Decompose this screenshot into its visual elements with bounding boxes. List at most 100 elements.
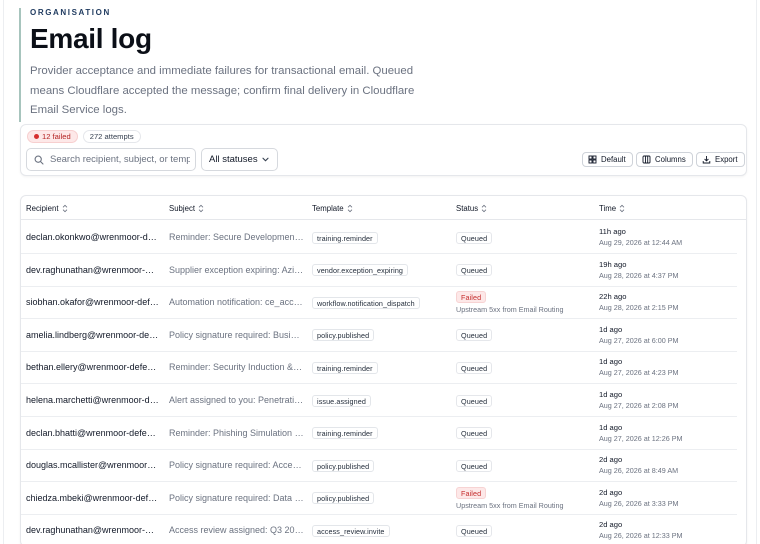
time-cell: 1d ago Aug 27, 2026 at 6:00 PM xyxy=(599,319,679,352)
subject-cell: Policy signature required: Business Cont… xyxy=(169,329,304,340)
template-tag: policy.published xyxy=(312,492,375,505)
export-button[interactable]: Export xyxy=(696,152,745,167)
time-cell: 22h ago Aug 28, 2026 at 2:15 PM xyxy=(599,286,679,319)
status-cell: Queued xyxy=(456,514,493,544)
status-filter-value: All statuses xyxy=(209,154,258,165)
sort-icon xyxy=(198,204,204,212)
status-cell: Failed Upstream 5xx from Email Routing xyxy=(456,482,563,515)
time-cell: 19h ago Aug 28, 2026 at 4:37 PM xyxy=(599,254,679,287)
table-row[interactable]: declan.bhatti@wrenmoor-defence.example Re… xyxy=(21,417,737,450)
status-note: Upstream 5xx from Email Routing xyxy=(456,305,564,315)
column-header-template[interactable]: Template xyxy=(312,196,353,220)
export-label: Export xyxy=(715,155,738,164)
search-input[interactable] xyxy=(50,154,190,165)
recipient-cell: amelia.lindberg@wrenmoor-defence.example xyxy=(26,329,159,340)
relative-time: 2d ago xyxy=(599,487,623,497)
table-row[interactable]: douglas.mcallister@wrenmoor-defence.exam… xyxy=(21,449,737,483)
summary-badges: 12 failed 272 attempts xyxy=(27,130,141,143)
page-description: Provider acceptance and immediate failur… xyxy=(30,65,415,116)
relative-time: 2d ago xyxy=(599,455,623,465)
absolute-time: Aug 27, 2026 at 12:26 PM xyxy=(599,433,683,443)
column-header-label: Recipient xyxy=(26,203,59,213)
time-cell: 1d ago Aug 27, 2026 at 12:26 PM xyxy=(599,417,683,450)
relative-time: 11h ago xyxy=(599,227,626,236)
column-header-time[interactable]: Time xyxy=(599,196,625,220)
table-row[interactable]: dev.raghunathan@wrenmoor-defence.example… xyxy=(21,514,737,544)
subject-cell: Policy signature required: Data Protecti… xyxy=(169,492,304,503)
page-header: ORGANISATION Email log Provider acceptan… xyxy=(19,8,439,122)
template-tag: training.reminder xyxy=(312,427,378,440)
status-cell: Failed Upstream 5xx from Email Routing xyxy=(456,286,563,319)
absolute-time: Aug 26, 2026 at 3:33 PM xyxy=(599,498,679,508)
table-row[interactable]: chiedza.mbeki@wrenmoor-defence.example Po… xyxy=(21,482,737,515)
search-box[interactable] xyxy=(26,148,196,171)
sort-icon xyxy=(481,204,487,212)
sort-icon xyxy=(619,204,625,212)
absolute-time: Aug 26, 2026 at 8:49 AM xyxy=(599,466,679,476)
template-cell: access_review.invite xyxy=(312,514,390,544)
attempts-count-label: 272 attempts xyxy=(89,132,134,141)
time-cell: 2d ago Aug 26, 2026 at 8:49 AM xyxy=(599,449,678,482)
toolbar-card: 12 failed 272 attempts All statuses Defa… xyxy=(20,124,747,176)
columns-icon xyxy=(642,155,651,164)
status-cell: Queued xyxy=(456,417,493,450)
status-badge: Queued xyxy=(456,459,493,472)
table-row[interactable]: helena.marchetti@wrenmoor-defence.exampl… xyxy=(21,384,737,417)
subject-cell: Reminder: Security Induction & Awareness xyxy=(169,362,304,373)
status-cell: Queued xyxy=(456,384,493,417)
recipient-cell: declan.bhatti@wrenmoor-defence.example xyxy=(26,427,159,438)
table-row[interactable]: dev.raghunathan@wrenmoor-defence.example… xyxy=(21,254,737,287)
table-row[interactable]: declan.okonkwo@wrenmoor-defence.example R… xyxy=(21,221,737,254)
grid-icon xyxy=(588,155,597,164)
time-cell: 1d ago Aug 27, 2026 at 4:23 PM xyxy=(599,351,679,384)
recipient-cell: dev.raghunathan@wrenmoor-defence.example xyxy=(26,264,159,275)
status-cell: Queued xyxy=(456,254,493,287)
template-cell: workflow.notification_dispatch xyxy=(312,286,420,319)
failed-count-badge[interactable]: 12 failed xyxy=(27,130,78,143)
absolute-time: Aug 27, 2026 at 2:08 PM xyxy=(599,401,679,410)
status-badge: Queued xyxy=(456,524,493,537)
chevron-down-icon xyxy=(262,157,269,162)
template-cell: policy.published xyxy=(312,319,375,352)
status-filter-select[interactable]: All statuses xyxy=(201,148,278,171)
absolute-time: Aug 28, 2026 at 2:15 PM xyxy=(599,303,679,313)
absolute-time: Aug 29, 2026 at 12:44 AM xyxy=(599,238,683,247)
subject-cell: Access review assigned: Q3 2026 xyxy=(169,525,304,536)
relative-time: 19h ago xyxy=(599,259,627,269)
column-header-subject[interactable]: Subject xyxy=(169,196,204,220)
status-badge: Queued xyxy=(456,361,493,374)
relative-time: 22h ago xyxy=(599,292,627,302)
absolute-time: Aug 26, 2026 at 12:33 PM xyxy=(599,531,683,541)
default-view-label: Default xyxy=(601,155,626,164)
subject-cell: Supplier exception expiring: Azimuth xyxy=(169,264,304,275)
status-note: Upstream 5xx from Email Routing xyxy=(456,500,564,510)
column-header-recipient[interactable]: Recipient xyxy=(26,196,68,220)
email-log-table: Recipient Subject Template Status Time d… xyxy=(20,195,747,544)
relative-time: 1d ago xyxy=(599,390,623,399)
time-cell: 2d ago Aug 26, 2026 at 3:33 PM xyxy=(599,482,679,515)
template-cell: issue.assigned xyxy=(312,384,371,417)
time-cell: 1d ago Aug 27, 2026 at 2:08 PM xyxy=(599,384,679,417)
default-view-button[interactable]: Default xyxy=(582,152,633,167)
table-row[interactable]: siobhan.okafor@wrenmoor-defence.example A… xyxy=(21,286,737,320)
table-row[interactable]: amelia.lindberg@wrenmoor-defence.example… xyxy=(21,319,737,352)
column-header-status[interactable]: Status xyxy=(456,196,487,220)
attempts-count-badge[interactable]: 272 attempts xyxy=(82,130,141,143)
recipient-cell: bethan.ellery@wrenmoor-defence.example xyxy=(26,362,159,373)
columns-button[interactable]: Columns xyxy=(636,152,693,167)
absolute-time: Aug 28, 2026 at 4:37 PM xyxy=(599,270,679,280)
template-tag: vendor.exception_expiring xyxy=(312,264,409,277)
absolute-time: Aug 27, 2026 at 6:00 PM xyxy=(599,335,679,345)
sort-icon xyxy=(62,204,67,212)
template-tag: access_review.invite xyxy=(312,524,390,537)
status-badge: Queued xyxy=(456,427,493,440)
status-badge: Failed xyxy=(456,291,487,304)
status-cell: Queued xyxy=(456,221,493,254)
table-row[interactable]: bethan.ellery@wrenmoor-defence.example Re… xyxy=(21,351,737,385)
template-tag: training.reminder xyxy=(312,231,378,244)
template-tag: issue.assigned xyxy=(312,394,371,407)
status-cell: Queued xyxy=(456,351,493,384)
columns-label: Columns xyxy=(655,155,686,164)
template-cell: training.reminder xyxy=(312,221,378,254)
export-icon xyxy=(702,156,711,164)
